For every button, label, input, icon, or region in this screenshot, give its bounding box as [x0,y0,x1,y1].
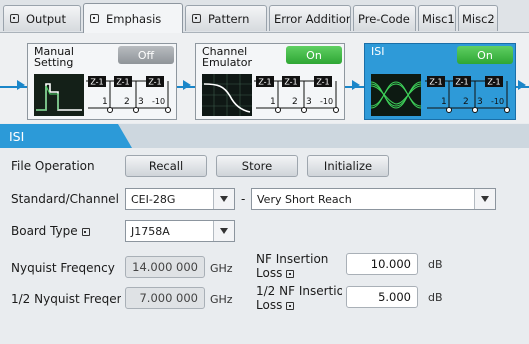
manual-setting-toggle[interactable]: Off [118,46,174,64]
board-type-label: Board Type [11,224,90,238]
svg-text:3: 3 [306,97,312,107]
tab-emphasis-label: Emphasis [106,11,162,26]
half-nyquist-frequency-unit: GHz [210,293,233,306]
isi-block-title: ISI [371,45,385,58]
tab-emphasis[interactable]: Emphasis [83,3,183,33]
nf-insertion-loss-label: NF Insertion Loss [256,252,329,280]
svg-text:1: 1 [102,97,108,107]
flow-arrow-icon [352,80,360,90]
isi-toggle[interactable]: On [457,46,513,64]
standard-channel-label: Standard/Channel [11,192,119,206]
initialize-button[interactable]: Initialize [307,155,389,177]
pulse-waveform-icon [34,74,84,116]
standard-select[interactable]: CEI-28G [125,188,235,210]
tab-pattern-icon [192,14,201,23]
reach-select[interactable]: Very Short Reach [251,188,496,210]
svg-text:2: 2 [124,97,130,107]
svg-text:Z-1: Z-1 [455,78,468,87]
channel-emulator-title: Channel Emulator [202,45,252,69]
svg-text:-10: -10 [320,97,333,106]
board-type-select[interactable]: J1758A [125,220,235,242]
svg-text:Z-1: Z-1 [316,78,329,87]
info-icon[interactable] [286,302,295,310]
nf-insertion-loss-input[interactable]: 10.000 [346,253,418,275]
nyquist-frequency-label: Nyquist Freqency [11,261,115,275]
info-icon[interactable] [286,270,295,278]
chevron-down-icon[interactable] [474,189,495,209]
tab-output-label: Output [26,11,66,26]
chevron-down-icon[interactable] [213,221,234,241]
flow-arrow-icon [518,80,526,90]
tab-misc2[interactable]: Misc2 [458,5,498,31]
svg-text:3: 3 [138,97,144,107]
svg-text:2: 2 [292,97,298,107]
svg-text:Z-1: Z-1 [487,78,500,87]
svg-text:Z-1: Z-1 [90,78,103,87]
tab-output-icon [10,14,19,23]
info-icon[interactable] [81,228,90,236]
standard-separator: - [241,192,246,206]
tab-pre-code[interactable]: Pre-Code [353,5,416,31]
tab-bar: Output Emphasis Pattern Error Addition P… [0,0,529,33]
svg-text:Z-1: Z-1 [284,78,297,87]
svg-text:Z-1: Z-1 [148,78,161,87]
tap-delay-chain-icon: Z-1 Z-1 Z-1 1 2 3 -10 [254,76,339,113]
tab-pattern[interactable]: Pattern [185,5,267,31]
svg-text:-10: -10 [152,97,165,106]
tab-emphasis-icon [90,14,99,23]
tab-misc1[interactable]: Misc1 [418,5,456,31]
tab-error-addition-label: Error Addition [274,11,351,26]
standard-select-value: CEI-28G [131,192,176,206]
nf-insertion-loss-unit: dB [428,258,443,271]
svg-text:2: 2 [463,97,469,107]
tab-error-addition[interactable]: Error Addition [269,5,351,31]
svg-text:-10: -10 [491,97,504,106]
nyquist-frequency-field: 14.000 000 [125,256,205,278]
recall-button[interactable]: Recall [125,155,207,177]
chevron-down-icon[interactable] [213,189,234,209]
tap-delay-chain-icon: Z-1 Z-1 Z-1 1 2 3 -10 [86,76,171,113]
half-nyquist-frequency-label: 1/2 Nyquist Freqency [11,292,121,306]
manual-setting-title: Manual Setting [34,45,74,69]
tab-pattern-label: Pattern [208,11,250,26]
file-operation-label: File Operation [11,159,95,173]
half-nf-insertion-loss-unit: dB [428,291,443,304]
isi-block[interactable]: ISI On Z-1 Z-1 Z-1 1 2 3 -10 [364,43,516,120]
tab-misc2-label: Misc2 [462,11,495,26]
flow-arrow-icon [17,80,25,90]
manual-setting-block[interactable]: Manual Setting Off Z-1 Z-1 Z-1 1 2 3 -10 [27,43,177,120]
half-nyquist-frequency-field: 7.000 000 [125,287,205,309]
svg-text:1: 1 [441,97,447,107]
svg-text:Z-1: Z-1 [116,78,129,87]
reach-select-value: Very Short Reach [257,192,352,206]
panel-title: ISI [0,124,132,148]
half-nf-insertion-loss-label: 1/2 NF Insertion Loss [256,284,342,312]
store-button[interactable]: Store [216,155,298,177]
svg-text:Z-1: Z-1 [258,78,271,87]
board-type-value: J1758A [131,224,170,238]
svg-text:Z-1: Z-1 [429,78,442,87]
tab-misc1-label: Misc1 [422,11,455,26]
channel-emulator-toggle[interactable]: On [286,46,342,64]
frequency-response-icon [202,74,252,116]
tab-pre-code-label: Pre-Code [358,11,410,26]
eye-diagram-icon [371,74,421,116]
svg-text:3: 3 [477,97,483,107]
isi-settings-panel [0,148,529,344]
tap-delay-chain-icon: Z-1 Z-1 Z-1 1 2 3 -10 [425,76,510,113]
tab-output[interactable]: Output [3,5,81,31]
half-nf-insertion-loss-input[interactable]: 5.000 [346,286,418,308]
channel-emulator-block[interactable]: Channel Emulator On Z-1 Z-1 Z-1 1 2 3 -1… [195,43,345,120]
nyquist-frequency-unit: GHz [210,262,233,275]
svg-text:1: 1 [270,97,276,107]
flow-arrow-icon [183,80,191,90]
